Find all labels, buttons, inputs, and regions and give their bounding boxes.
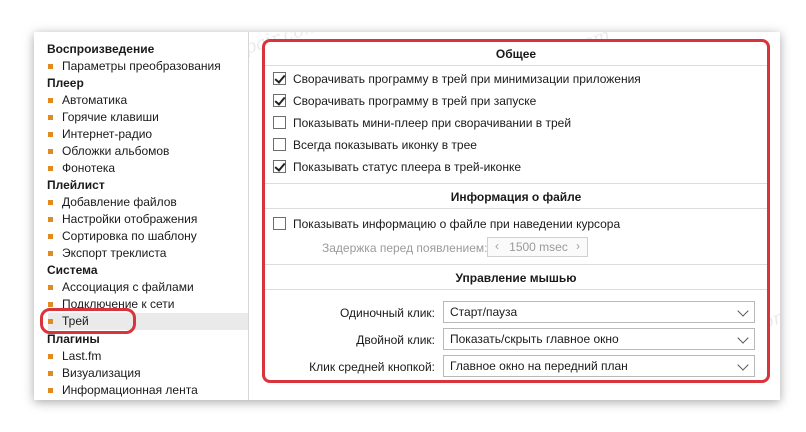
- settings-sidebar: Воспроизведение Параметры преобразования…: [34, 32, 248, 400]
- bullet-icon: [48, 98, 53, 103]
- section-title-mouse: Управление мышью: [455, 271, 577, 285]
- sidebar-item-lastfm[interactable]: Last.fm: [48, 348, 248, 365]
- single-click-label: Одиночный клик:: [339, 306, 435, 320]
- bullet-icon: [48, 285, 53, 290]
- checkbox-checked[interactable]: [273, 94, 286, 107]
- section-title-file-info: Информация о файле: [450, 190, 582, 204]
- sidebar-item-sort-template[interactable]: Сортировка по шаблону: [48, 228, 248, 245]
- double-click-label: Двойной клик:: [356, 333, 435, 347]
- chevron-left-icon[interactable]: ‹: [490, 239, 504, 253]
- sidebar-item-library[interactable]: Фонотека: [48, 160, 248, 177]
- sidebar-item-visualization[interactable]: Визуализация: [48, 365, 248, 382]
- sidebar-category-player[interactable]: Плеер: [47, 76, 84, 90]
- section-divider: [265, 183, 767, 184]
- sidebar-item-add-files[interactable]: Добавление файлов: [48, 194, 248, 211]
- section-divider: [265, 65, 767, 66]
- sidebar-item-export-tracklist[interactable]: Экспорт треклиста: [48, 245, 248, 262]
- sidebar-category-playlist[interactable]: Плейлист: [47, 178, 105, 192]
- section-title-general: Общее: [495, 47, 537, 61]
- bullet-icon: [48, 132, 53, 137]
- selection-highlight: [40, 308, 136, 334]
- middle-click-select[interactable]: Главное окно на передний план: [443, 355, 755, 377]
- sidebar-item-automation[interactable]: Автоматика: [48, 92, 248, 109]
- section-divider: [265, 264, 767, 265]
- sidebar-item-album-covers[interactable]: Обложки альбомов: [48, 143, 248, 160]
- sidebar-category-playback[interactable]: Воспроизведение: [47, 42, 154, 56]
- delay-spinner[interactable]: 1500 msec ‹ ›: [487, 237, 588, 257]
- delay-label: Задержка перед появлением:: [322, 241, 488, 255]
- middle-click-label: Клик средней кнопкой:: [309, 360, 435, 374]
- bullet-icon: [48, 149, 53, 154]
- double-click-select[interactable]: Показать/скрыть главное окно: [443, 328, 755, 350]
- single-click-select[interactable]: Старт/пауза: [443, 301, 755, 323]
- bullet-icon: [48, 115, 53, 120]
- settings-window: Soringpcrepair.com Soringpcrepair.com So…: [34, 32, 780, 400]
- bullet-icon: [48, 166, 53, 171]
- sidebar-category-system[interactable]: Система: [47, 263, 98, 277]
- bullet-icon: [48, 251, 53, 256]
- settings-content-panel: Общее Сворачивать программу в трей при м…: [262, 39, 770, 383]
- sidebar-item-display-settings[interactable]: Настройки отображения: [48, 211, 248, 228]
- bullet-icon: [48, 302, 53, 307]
- section-divider: [265, 289, 767, 290]
- chevron-down-icon: [737, 332, 749, 344]
- section-divider: [265, 208, 767, 209]
- sidebar-divider: [248, 32, 249, 400]
- bullet-icon: [48, 200, 53, 205]
- checkbox-checked[interactable]: [273, 160, 286, 173]
- bullet-icon: [48, 371, 53, 376]
- sidebar-item-file-association[interactable]: Ассоциация с файлами: [48, 279, 248, 296]
- chevron-down-icon: [737, 359, 749, 371]
- bullet-icon: [48, 64, 53, 69]
- bullet-icon: [48, 234, 53, 239]
- bullet-icon: [48, 354, 53, 359]
- chevron-down-icon: [737, 305, 749, 317]
- bullet-icon: [48, 388, 53, 393]
- sidebar-item-info-feed[interactable]: Информационная лента: [48, 382, 248, 399]
- bullet-icon: [48, 217, 53, 222]
- checkbox-checked[interactable]: [273, 72, 286, 85]
- sidebar-item-hotkeys[interactable]: Горячие клавиши: [48, 109, 248, 126]
- sidebar-category-plugins[interactable]: Плагины: [47, 332, 100, 346]
- checkbox-unchecked[interactable]: [273, 138, 286, 151]
- sidebar-item-conversion[interactable]: Параметры преобразования: [48, 58, 248, 75]
- chevron-right-icon[interactable]: ›: [571, 239, 585, 253]
- sidebar-item-internet-radio[interactable]: Интернет-радио: [48, 126, 248, 143]
- checkbox-unchecked[interactable]: [273, 116, 286, 129]
- checkbox-unchecked[interactable]: [273, 217, 286, 230]
